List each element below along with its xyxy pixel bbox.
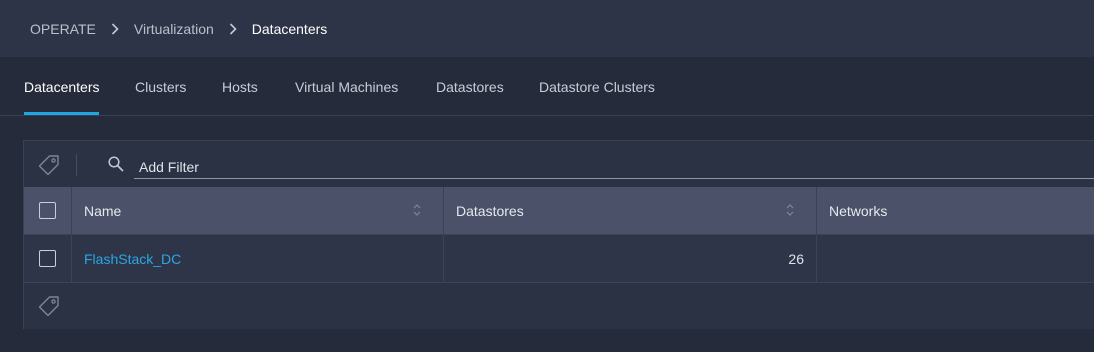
table-footer xyxy=(24,282,1094,329)
row-checkbox-cell xyxy=(24,235,72,282)
tab-virtual-machines[interactable]: Virtual Machines xyxy=(295,57,398,115)
table-header: Name Datastores Networks xyxy=(24,187,1094,234)
chevron-right-icon xyxy=(111,22,119,35)
cell-name: FlashStack_DC xyxy=(72,235,444,282)
cell-datastores: 26 xyxy=(444,235,817,282)
tab-bar: Datacenters Clusters Hosts Virtual Machi… xyxy=(0,57,1094,116)
sort-icon[interactable] xyxy=(786,203,794,217)
tab-datacenters[interactable]: Datacenters xyxy=(24,57,100,115)
table-row: FlashStack_DC 26 xyxy=(24,234,1094,282)
row-checkbox[interactable] xyxy=(39,250,56,267)
select-all-checkbox[interactable] xyxy=(39,202,56,219)
column-header-datastores[interactable]: Datastores xyxy=(444,187,817,234)
tab-datastore-clusters[interactable]: Datastore Clusters xyxy=(539,57,655,115)
breadcrumb-item-virtualization[interactable]: Virtualization xyxy=(134,21,214,37)
column-header-networks-label: Networks xyxy=(829,202,888,219)
tag-icon[interactable] xyxy=(38,295,60,317)
breadcrumb-item-datacenters: Datacenters xyxy=(251,20,328,37)
breadcrumb: OPERATE Virtualization Datacenters xyxy=(0,0,1094,57)
tab-datastores[interactable]: Datastores xyxy=(436,57,504,115)
sort-icon[interactable] xyxy=(413,203,421,217)
chevron-right-icon xyxy=(229,22,237,35)
tag-icon[interactable] xyxy=(38,154,60,176)
datacenters-table: Name Datastores Networks FlashStack_DC 2… xyxy=(23,140,1094,329)
search-icon xyxy=(107,155,125,173)
filter-divider xyxy=(76,154,77,176)
datacenter-name-link[interactable]: FlashStack_DC xyxy=(84,251,181,267)
tab-hosts[interactable]: Hosts xyxy=(222,57,258,115)
column-header-name[interactable]: Name xyxy=(72,187,444,234)
datastores-count: 26 xyxy=(788,250,804,267)
tab-clusters[interactable]: Clusters xyxy=(135,57,186,115)
filter-bar xyxy=(24,141,1094,187)
column-header-datastores-label: Datastores xyxy=(456,202,524,219)
column-header-networks[interactable]: Networks xyxy=(817,187,1094,234)
filter-input[interactable] xyxy=(134,153,1094,179)
breadcrumb-item-operate[interactable]: OPERATE xyxy=(30,21,96,37)
cell-networks xyxy=(817,235,1094,282)
column-header-name-label: Name xyxy=(84,202,122,219)
header-checkbox-cell xyxy=(24,187,72,234)
